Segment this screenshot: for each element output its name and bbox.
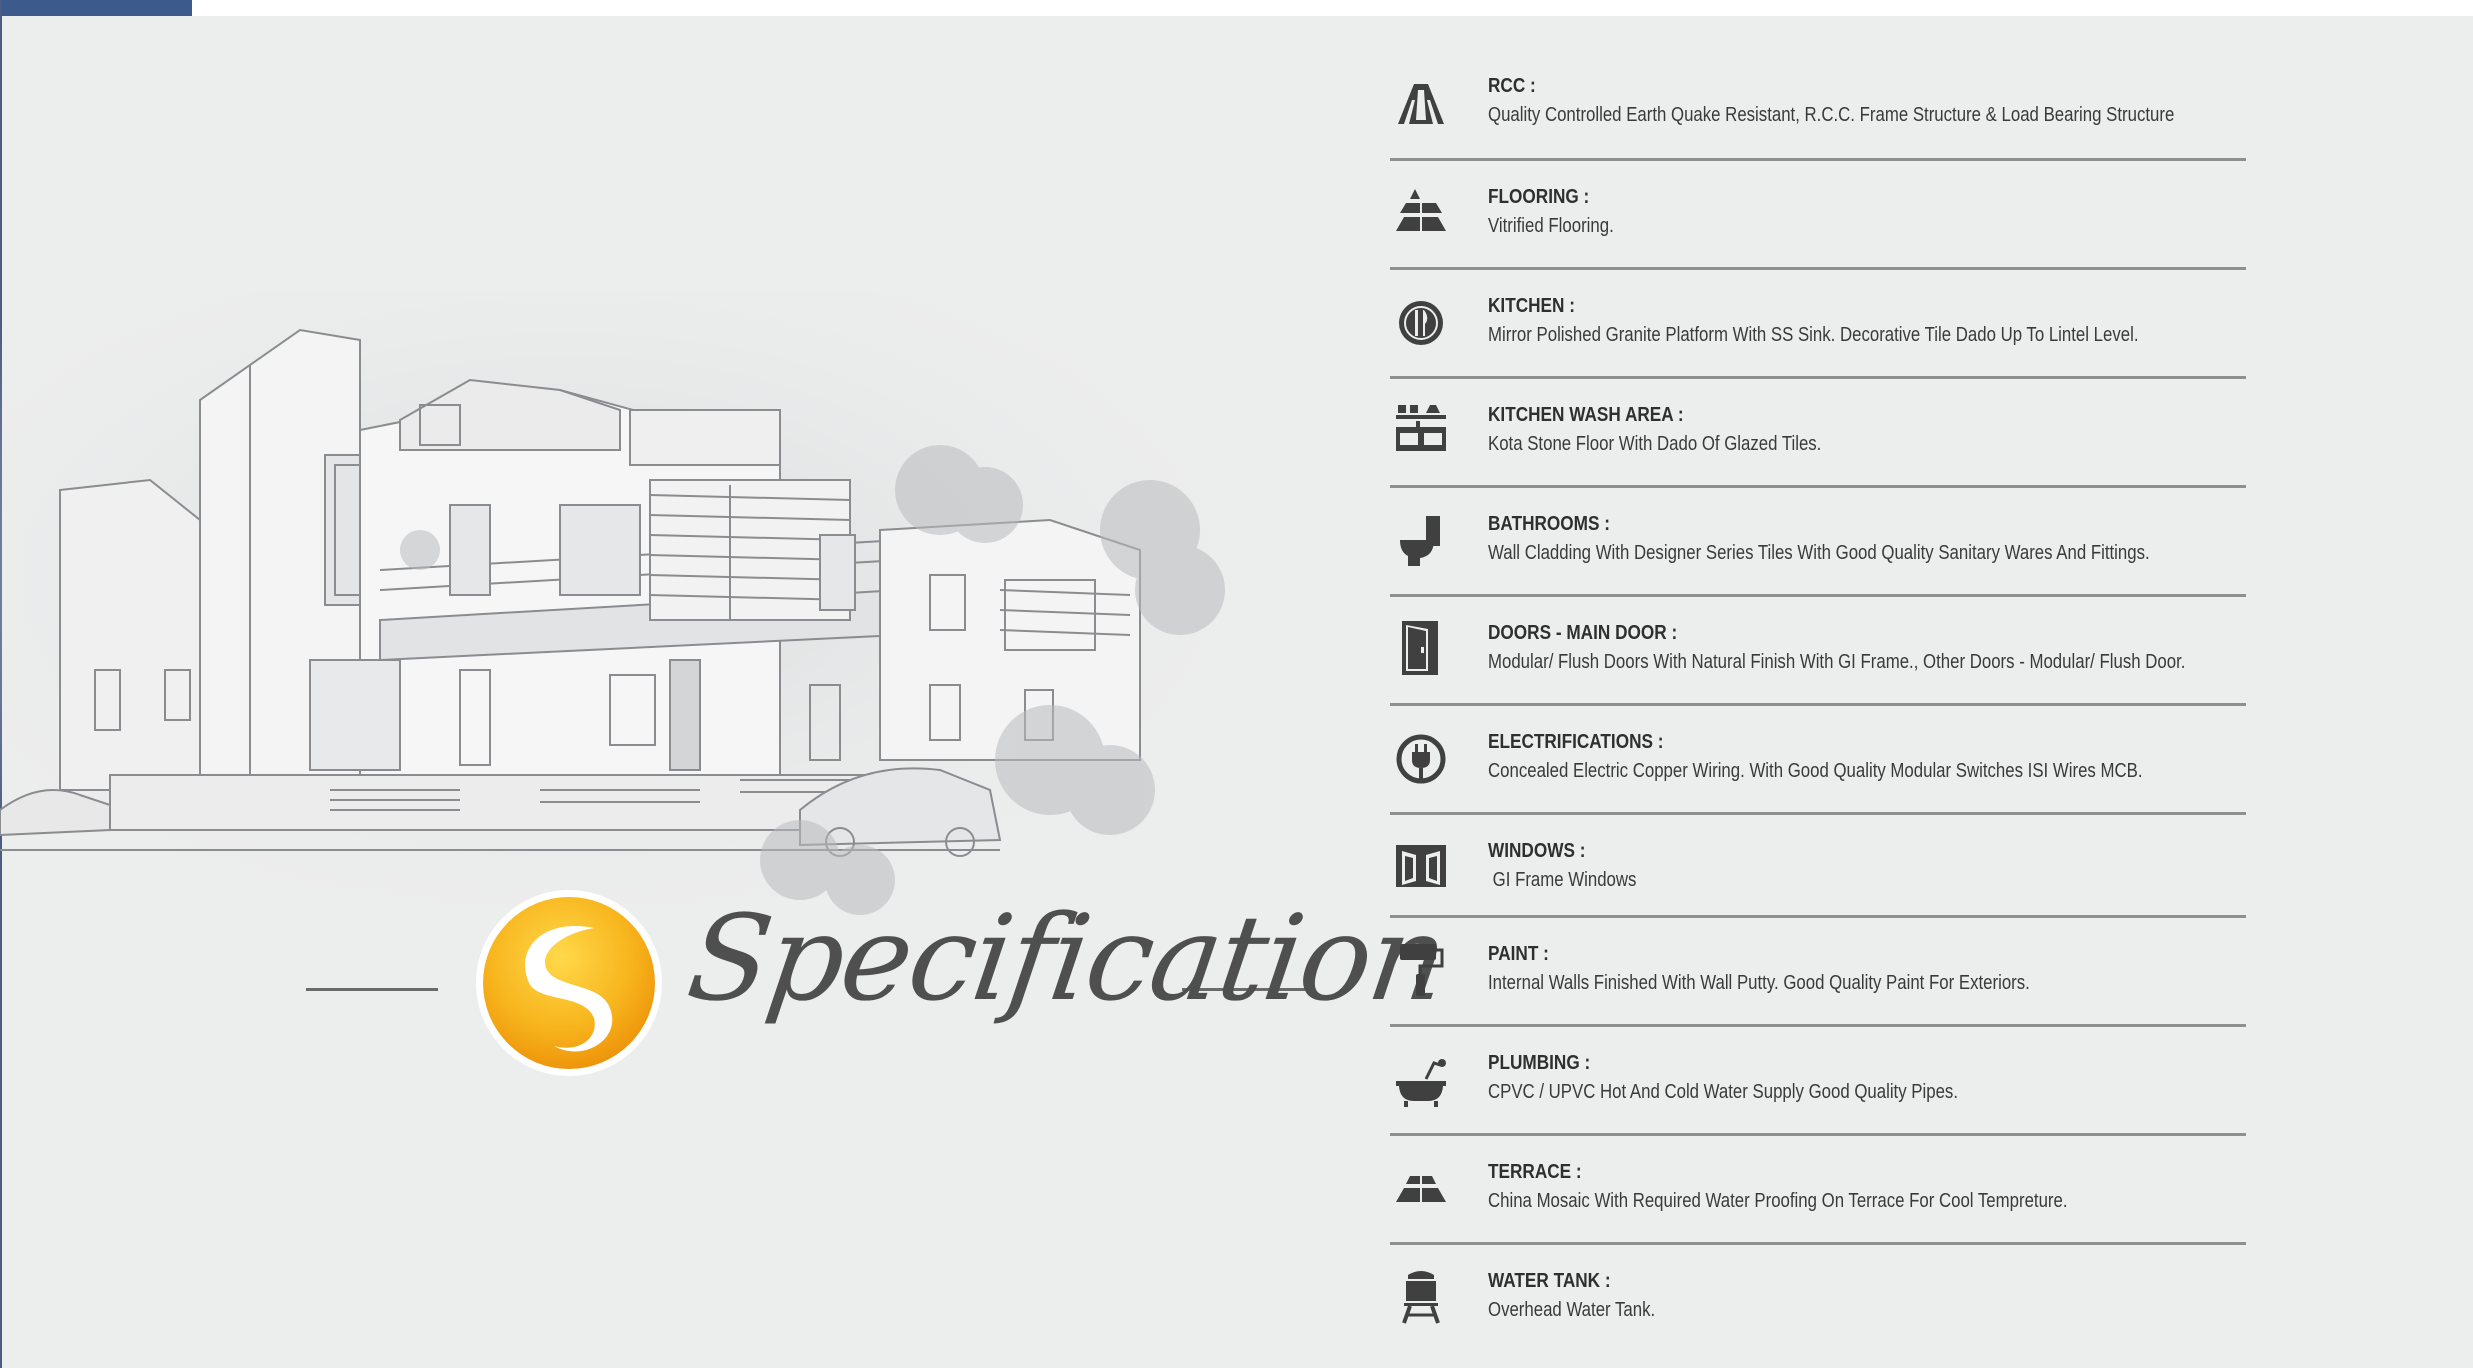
spec-title: WATER TANK : — [1488, 1270, 1611, 1292]
spec-item-doors: DOORS - MAIN DOOR : Modular/ Flush Doors… — [1390, 597, 2246, 706]
brand-logo — [476, 890, 662, 1076]
title-rule-left — [306, 988, 438, 991]
spec-description: Vitrified Flooring. — [1488, 215, 1614, 237]
spec-title: ELECTRIFICATIONS : — [1488, 731, 1664, 753]
spec-description: CPVC / UPVC Hot And Cold Water Supply Go… — [1488, 1081, 1958, 1103]
spec-title: DOORS - MAIN DOOR : — [1488, 622, 1678, 644]
spec-description: China Mosaic With Required Water Proofin… — [1488, 1190, 2068, 1212]
spec-description: Concealed Electric Copper Wiring. With G… — [1488, 760, 2143, 782]
house-sketch-illustration — [0, 290, 1260, 930]
spec-item-terrace: TERRACE : China Mosaic With Required Wat… — [1390, 1136, 2246, 1245]
spec-description: Quality Controlled Earth Quake Resistant… — [1488, 104, 2175, 126]
spec-title: PLUMBING : — [1488, 1052, 1591, 1074]
terrace-icon — [1390, 1158, 1452, 1220]
spec-item-flooring: FLOORING : Vitrified Flooring. — [1390, 161, 2246, 270]
spec-description: Modular/ Flush Doors With Natural Finish… — [1488, 651, 2186, 673]
dining-icon — [1390, 292, 1452, 354]
spec-item-paint: PAINT : Internal Walls Finished With Wal… — [1390, 918, 2246, 1027]
spec-description: Wall Cladding With Designer Series Tiles… — [1488, 542, 2150, 564]
spec-description: Mirror Polished Granite Platform With SS… — [1488, 324, 2139, 346]
specification-list: RCC : Quality Controlled Earth Quake Res… — [1390, 54, 2246, 1349]
spec-title: RCC : — [1488, 75, 1536, 97]
spec-item-kitchen: KITCHEN : Mirror Polished Granite Platfo… — [1390, 270, 2246, 379]
toilet-icon — [1390, 510, 1452, 572]
spec-title: BATHROOMS : — [1488, 513, 1610, 535]
top-accent-bar — [0, 0, 192, 16]
plug-icon — [1390, 728, 1452, 790]
top-bar — [0, 0, 2473, 16]
spec-item-rcc: RCC : Quality Controlled Earth Quake Res… — [1390, 54, 2246, 161]
page-title: Specification — [680, 889, 1454, 1027]
wash-area-icon — [1390, 397, 1452, 459]
window-icon — [1390, 835, 1452, 897]
spec-description: Kota Stone Floor With Dado Of Glazed Til… — [1488, 433, 1822, 455]
spec-title: KITCHEN WASH AREA : — [1488, 404, 1684, 426]
spec-title: FLOORING : — [1488, 186, 1590, 208]
spec-item-water-tank: WATER TANK : Overhead Water Tank. — [1390, 1245, 2246, 1349]
spec-item-electrifications: ELECTRIFICATIONS : Concealed Electric Co… — [1390, 706, 2246, 815]
water-tank-icon — [1390, 1265, 1452, 1327]
spec-title: TERRACE : — [1488, 1161, 1582, 1183]
spec-description: Overhead Water Tank. — [1488, 1299, 1656, 1321]
spec-title: PAINT : — [1488, 943, 1549, 965]
spec-item-kitchen-wash-area: KITCHEN WASH AREA : Kota Stone Floor Wit… — [1390, 379, 2246, 488]
spec-description: Internal Walls Finished With Wall Putty.… — [1488, 972, 2030, 994]
floor-tiles-icon — [1390, 183, 1452, 245]
spec-description: GI Frame Windows — [1488, 869, 1637, 891]
spec-title: WINDOWS : — [1488, 840, 1586, 862]
spec-title: KITCHEN : — [1488, 295, 1575, 317]
door-icon — [1390, 617, 1452, 679]
spec-item-windows: WINDOWS : GI Frame Windows — [1390, 815, 2246, 918]
bathtub-icon — [1390, 1049, 1452, 1111]
spec-item-plumbing: PLUMBING : CPVC / UPVC Hot And Cold Wate… — [1390, 1027, 2246, 1136]
road-icon — [1390, 72, 1452, 134]
paint-roller-icon — [1390, 938, 1452, 1000]
spec-item-bathrooms: BATHROOMS : Wall Cladding With Designer … — [1390, 488, 2246, 597]
